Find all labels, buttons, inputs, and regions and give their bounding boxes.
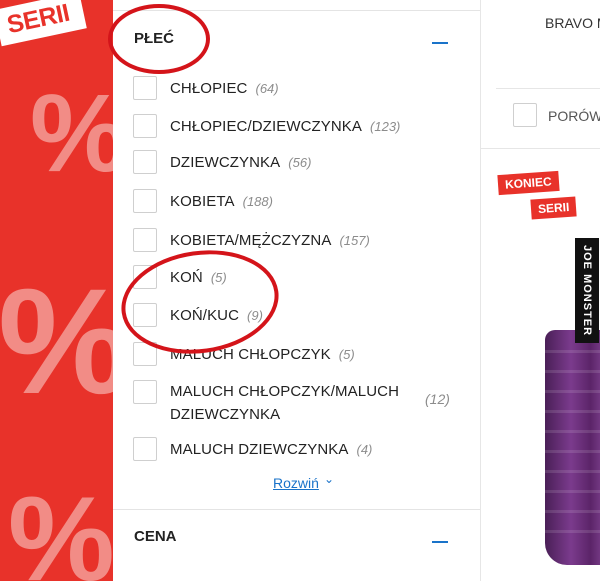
option-label: KOŃ — [170, 268, 203, 286]
percent-glyph: % — [30, 70, 113, 197]
promo-banner: SERII % % % — [0, 0, 113, 581]
filter-option[interactable]: KOŃ (5) — [133, 264, 227, 290]
percent-glyph: % — [8, 472, 113, 581]
option-count: (9) — [247, 307, 263, 323]
option-count: (5) — [338, 346, 355, 362]
filter-option[interactable]: CHŁOPIEC/DZIEWCZYNKA (123) — [133, 113, 400, 139]
filter-section-title[interactable]: PŁEĆ — [134, 30, 174, 47]
option-label: CHŁOPIEC/DZIEWCZYNKA — [170, 117, 363, 135]
filter-option[interactable]: MALUCH CHŁOPCZYK (5) — [133, 341, 355, 367]
option-count: (56) — [288, 154, 312, 170]
checkbox[interactable] — [133, 342, 157, 366]
option-label: MALUCH DZIEWCZYNKA — [170, 440, 349, 458]
compare-checkbox[interactable] — [513, 103, 537, 127]
option-label: CHŁOPIEC — [170, 79, 248, 97]
filter-section-title[interactable]: CENA — [134, 528, 177, 545]
promo-badge: SERII — [530, 196, 577, 220]
filter-option[interactable]: KOBIETA (188) — [133, 188, 273, 214]
checkbox[interactable] — [133, 380, 157, 404]
checkbox[interactable] — [133, 189, 157, 213]
option-count: (64) — [255, 80, 279, 96]
filter-panel: PŁEĆ CHŁOPIEC (64) CHŁOPIEC/DZIEWCZYNKA … — [113, 0, 481, 581]
checkbox[interactable] — [133, 228, 157, 252]
product-brand[interactable]: BRAVO MA — [545, 15, 600, 31]
watermark: JOE MONSTER — [575, 238, 599, 343]
compare-label[interactable]: PORÓWN — [548, 108, 600, 124]
filter-option[interactable]: MALUCH DZIEWCZYNKA (4) — [133, 436, 372, 462]
filter-option[interactable]: DZIEWCZYNKA (56) — [133, 149, 311, 175]
expand-link[interactable]: Rozwiń — [273, 475, 319, 491]
option-label-line1: MALUCH CHŁOPCZYK/MALUCH — [170, 383, 399, 400]
checkbox[interactable] — [133, 437, 157, 461]
divider — [496, 88, 600, 89]
option-label: KOŃ/KUC — [170, 306, 240, 324]
promo-badge: KONIEC — [497, 170, 560, 196]
checkbox[interactable] — [133, 265, 157, 289]
filter-option[interactable]: KOŃ/KUC (9) — [133, 302, 263, 328]
chevron-down-icon[interactable]: ⌄ — [324, 472, 334, 486]
option-count: (4) — [356, 441, 373, 457]
option-label: MALUCH CHŁOPCZYK — [170, 345, 331, 363]
promo-tag: SERII — [0, 0, 87, 47]
option-count: (157) — [339, 232, 370, 248]
divider — [481, 148, 600, 149]
option-label: KOBIETA/MĘŻCZYZNA — [170, 231, 332, 249]
product-image[interactable] — [545, 330, 600, 565]
option-count: (123) — [370, 118, 401, 134]
divider — [113, 509, 480, 510]
filter-option[interactable]: MALUCH CHŁOPCZYK/MALUCH DZIEWCZYNKA — [133, 380, 399, 426]
filter-option[interactable]: CHŁOPIEC (64) — [133, 75, 279, 101]
checkbox[interactable] — [133, 303, 157, 327]
option-count: (188) — [242, 193, 273, 209]
option-label-line2: DZIEWCZYNKA — [170, 406, 281, 423]
collapse-icon[interactable] — [432, 541, 448, 543]
checkbox[interactable] — [133, 114, 157, 138]
option-label: MALUCH CHŁOPCZYK/MALUCH DZIEWCZYNKA — [170, 380, 399, 426]
option-count: (5) — [210, 269, 227, 285]
option-label: DZIEWCZYNKA — [170, 153, 281, 171]
option-label: KOBIETA — [170, 192, 235, 210]
option-count: (12) — [425, 391, 450, 407]
checkbox[interactable] — [133, 150, 157, 174]
divider — [113, 10, 480, 11]
percent-glyph: % — [0, 255, 113, 428]
filter-option[interactable]: KOBIETA/MĘŻCZYZNA (157) — [133, 227, 370, 253]
checkbox[interactable] — [133, 76, 157, 100]
collapse-icon[interactable] — [432, 42, 448, 44]
